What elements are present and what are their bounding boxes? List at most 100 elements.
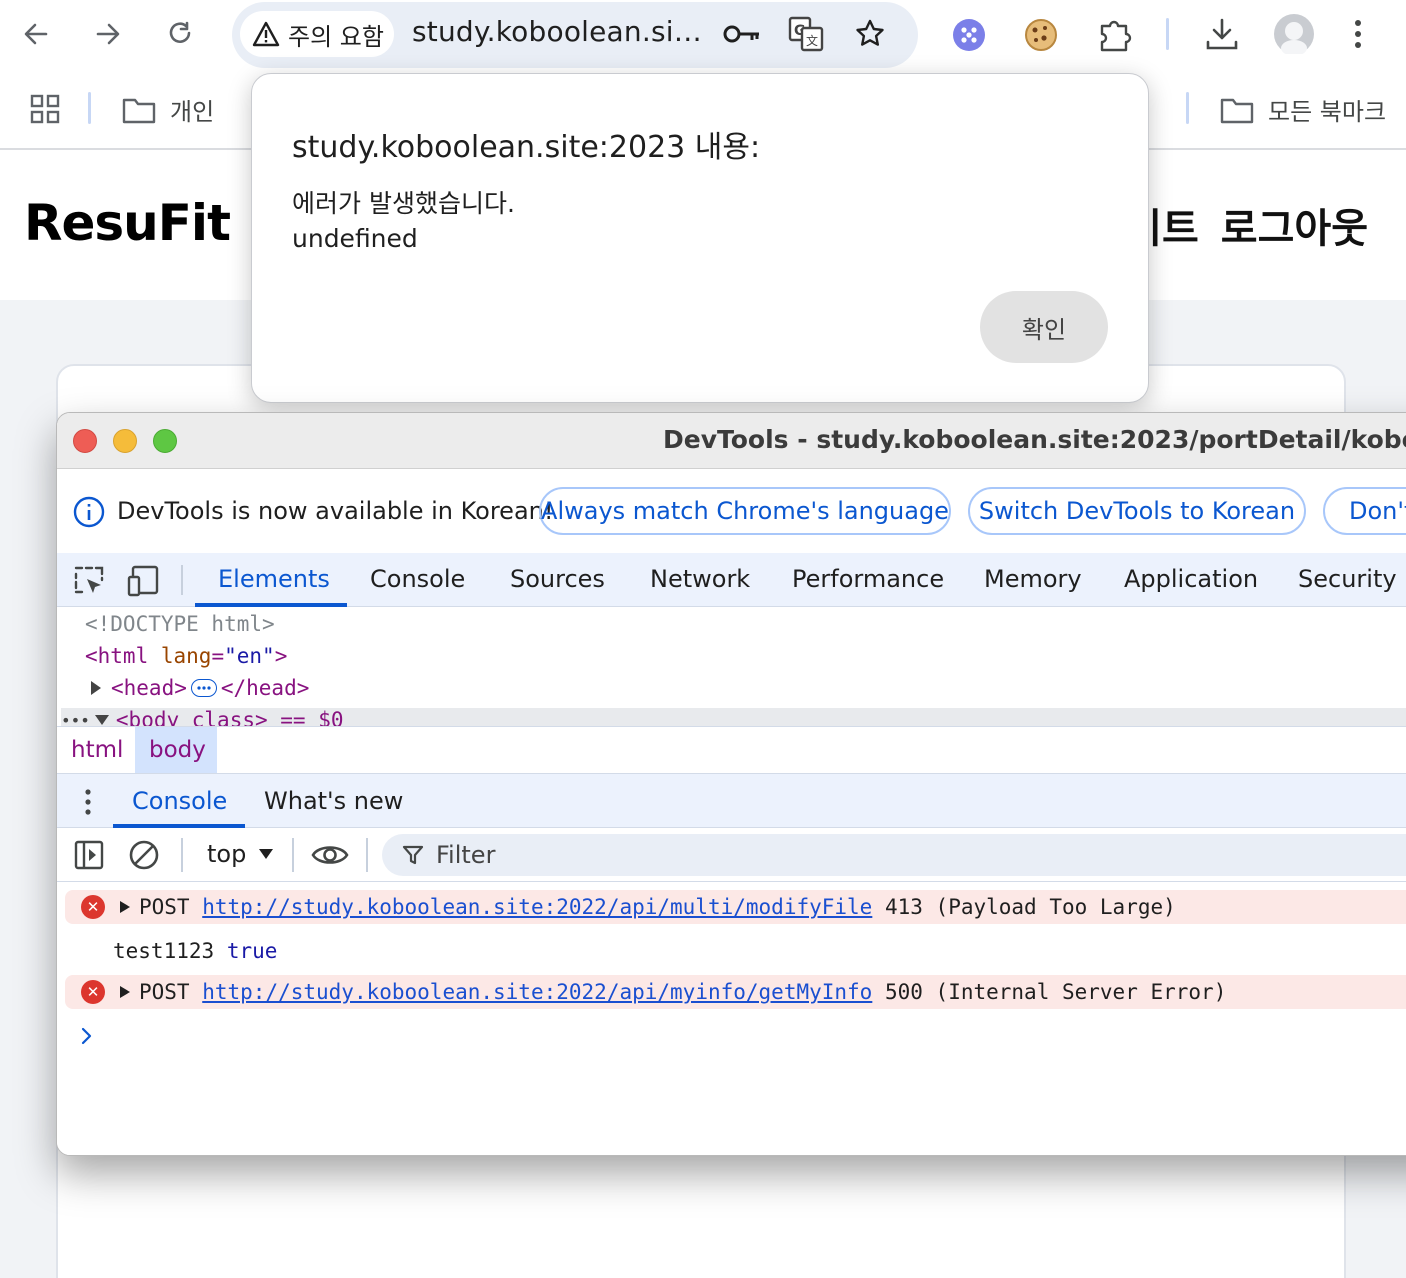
key-icon bbox=[723, 25, 759, 43]
url-text[interactable]: study.koboolean.site:2023/portDetail/kob… bbox=[412, 15, 702, 48]
kebab-menu-icon bbox=[1355, 20, 1361, 48]
downloads-button[interactable] bbox=[1204, 16, 1240, 52]
body-node-selected[interactable]: ••• <body class> == $0 bbox=[61, 708, 1406, 728]
apps-button[interactable] bbox=[30, 94, 60, 124]
head-node[interactable]: <head> </head> bbox=[89, 676, 309, 700]
device-mode-icon bbox=[127, 565, 159, 597]
profile-avatar[interactable] bbox=[1274, 14, 1314, 54]
back-button[interactable] bbox=[12, 10, 60, 58]
bookmark-divider bbox=[1186, 92, 1189, 124]
console-error-row[interactable]: ✕ POST http://study.koboolean.site:2022/… bbox=[65, 975, 1406, 1009]
always-match-language-button[interactable]: Always match Chrome's language bbox=[539, 487, 951, 535]
ellipsis-expand-icon[interactable] bbox=[190, 679, 217, 697]
tab-network[interactable]: Network bbox=[650, 565, 750, 593]
extension-button[interactable] bbox=[952, 18, 986, 52]
minimize-window-button[interactable] bbox=[113, 429, 137, 453]
translate-button[interactable]: G文 bbox=[788, 16, 824, 52]
alert-dialog: study.koboolean.site:2023 내용: 에러가 발생했습니다… bbox=[251, 73, 1149, 403]
drawer-tabs: Console What's new bbox=[57, 774, 1406, 828]
expand-triangle-icon[interactable] bbox=[119, 900, 131, 914]
dropdown-arrow-icon bbox=[259, 849, 274, 859]
inspect-element-button[interactable] bbox=[73, 565, 105, 597]
console-prompt[interactable] bbox=[81, 1027, 93, 1045]
tab-application[interactable]: Application bbox=[1124, 565, 1258, 593]
arrow-left-icon bbox=[24, 23, 48, 45]
drawer-tab-whats-new[interactable]: What's new bbox=[264, 787, 403, 815]
cookie-extension-button[interactable] bbox=[1024, 18, 1058, 52]
filter-placeholder: Filter bbox=[436, 841, 496, 869]
tab-memory[interactable]: Memory bbox=[984, 565, 1082, 593]
chrome-menu-button[interactable] bbox=[1352, 18, 1364, 50]
request-method: POST bbox=[139, 980, 190, 1004]
bookmark-divider bbox=[88, 92, 91, 124]
toolbar-divider bbox=[366, 838, 368, 872]
context-label: top bbox=[207, 840, 247, 868]
site-logo[interactable]: ResuFit bbox=[24, 194, 231, 252]
devtools-window: DevTools - study.koboolean.site:2023/por… bbox=[56, 412, 1406, 1156]
console-output: ✕ POST http://study.koboolean.site:2022/… bbox=[57, 883, 1406, 1155]
doctype-node[interactable]: <!DOCTYPE html> bbox=[85, 612, 275, 636]
kebab-menu-icon bbox=[85, 789, 91, 815]
error-icon: ✕ bbox=[81, 895, 105, 919]
toolbar-divider bbox=[181, 838, 183, 872]
devtools-window-title: DevTools - study.koboolean.site:2023/por… bbox=[663, 425, 1406, 454]
info-icon bbox=[73, 496, 105, 528]
console-log-row: test1123 true bbox=[113, 939, 277, 963]
info-icon-wrap bbox=[73, 496, 105, 528]
tab-security[interactable]: Security bbox=[1298, 565, 1397, 593]
puzzle-icon bbox=[1100, 20, 1132, 52]
bookmark-folder-all[interactable]: 모든 북마크 bbox=[1220, 92, 1386, 127]
filter-funnel-icon bbox=[402, 845, 424, 865]
alert-message-detail: undefined bbox=[292, 224, 418, 253]
breadcrumb-body[interactable]: body bbox=[149, 737, 206, 763]
html-node[interactable]: <html lang="en"> bbox=[85, 644, 287, 668]
star-icon bbox=[856, 19, 884, 46]
devtools-panel-tabs: Elements Console Sources Network Perform… bbox=[57, 553, 1406, 607]
reload-button[interactable] bbox=[156, 10, 204, 58]
switch-to-korean-button[interactable]: Switch DevTools to Korean bbox=[968, 487, 1306, 535]
elements-tree: <!DOCTYPE html> <html lang="en"> <head> … bbox=[57, 608, 1406, 728]
live-expression-button[interactable] bbox=[311, 840, 349, 870]
translate-icon: G文 bbox=[788, 16, 824, 52]
tab-elements[interactable]: Elements bbox=[218, 565, 330, 593]
expand-triangle-icon bbox=[91, 681, 101, 695]
device-toolbar-button[interactable] bbox=[127, 565, 163, 597]
alert-title: study.koboolean.site:2023 내용: bbox=[292, 130, 761, 165]
alert-ok-button[interactable]: 확인 bbox=[980, 291, 1108, 363]
security-chip[interactable]: 주의 요함 bbox=[240, 11, 394, 57]
tab-sources[interactable]: Sources bbox=[510, 565, 605, 593]
clear-console-button[interactable] bbox=[128, 839, 160, 871]
folder-icon bbox=[1220, 98, 1254, 123]
attr-value: "en" bbox=[224, 644, 275, 668]
drawer-menu-button[interactable] bbox=[83, 788, 93, 816]
context-selector[interactable]: top bbox=[207, 840, 274, 868]
maximize-window-button[interactable] bbox=[153, 429, 177, 453]
language-infobar: DevTools is now available in Korean! Alw… bbox=[57, 470, 1406, 554]
extensions-menu-button[interactable] bbox=[1098, 18, 1134, 52]
prompt-chevron-icon bbox=[81, 1027, 92, 1045]
drawer-tab-console[interactable]: Console bbox=[132, 787, 227, 815]
download-icon bbox=[1206, 18, 1238, 50]
reload-icon bbox=[169, 21, 191, 43]
tab-console[interactable]: Console bbox=[370, 565, 465, 593]
breadcrumb-html[interactable]: html bbox=[71, 737, 123, 763]
arrow-right-icon bbox=[96, 23, 120, 45]
show-sidebar-button[interactable] bbox=[73, 839, 105, 871]
toolbar-divider bbox=[292, 838, 294, 872]
bookmark-folder-personal[interactable]: 개인 bbox=[122, 92, 214, 127]
request-url-link[interactable]: http://study.koboolean.site:2022/api/mul… bbox=[202, 895, 872, 919]
forward-button[interactable] bbox=[84, 10, 132, 58]
apps-grid-icon bbox=[30, 94, 60, 124]
close-window-button[interactable] bbox=[73, 429, 97, 453]
browser-toolbar: 주의 요함 study.koboolean.site:2023/portDeta… bbox=[0, 0, 1406, 70]
console-filter-input[interactable]: Filter bbox=[382, 834, 1406, 876]
request-url-link[interactable]: http://study.koboolean.site:2022/api/myi… bbox=[202, 980, 872, 1004]
password-key-button[interactable] bbox=[722, 20, 762, 48]
nav-logout[interactable]: 로그아웃 bbox=[1221, 196, 1368, 254]
tab-performance[interactable]: Performance bbox=[792, 565, 944, 593]
dont-show-again-button[interactable]: Don't show again bbox=[1323, 487, 1406, 535]
console-error-row[interactable]: ✕ POST http://study.koboolean.site:2022/… bbox=[65, 890, 1406, 924]
expand-triangle-icon[interactable] bbox=[119, 985, 131, 999]
bookmark-star-button[interactable] bbox=[854, 18, 886, 50]
clear-circle-icon bbox=[129, 840, 159, 870]
